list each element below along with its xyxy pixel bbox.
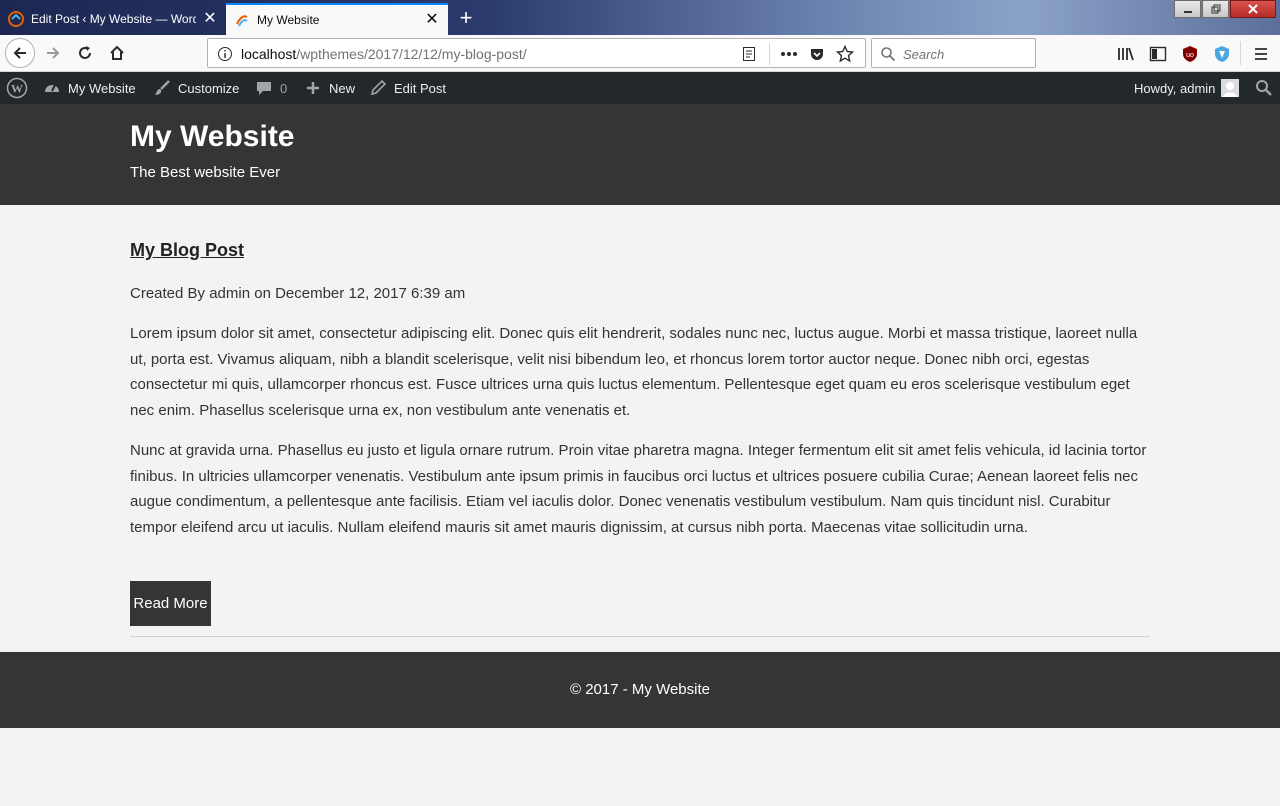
tab-my-website[interactable]: My Website ✕ xyxy=(226,3,448,35)
admin-bar-account[interactable]: Howdy, admin xyxy=(1134,72,1240,104)
search-placeholder: Search xyxy=(903,47,945,62)
svg-text:W: W xyxy=(11,82,23,96)
url-host: localhost xyxy=(241,46,297,62)
forward-arrow-icon[interactable] xyxy=(38,38,68,68)
admin-bar-new-label: New xyxy=(329,80,356,96)
browser-tab-strip: Edit Post ‹ My Website — WordPress ✕ My … xyxy=(0,0,1280,35)
dashboard-gauge-icon xyxy=(42,78,62,98)
url-path: /wpthemes/2017/12/12/my-blog-post/ xyxy=(296,46,527,62)
search-bar[interactable]: Search xyxy=(871,38,1036,68)
site-header: My Website The Best website Ever xyxy=(0,104,1280,205)
minimize-window-icon[interactable] xyxy=(1174,0,1201,18)
search-icon xyxy=(879,45,897,63)
paintbrush-icon xyxy=(152,78,172,98)
comments-count: 0 xyxy=(280,80,288,96)
url-text: localhost/wpthemes/2017/12/12/my-blog-po… xyxy=(241,46,527,62)
reload-icon[interactable] xyxy=(70,38,100,68)
site-favicon-icon xyxy=(234,12,250,28)
admin-bar-search-icon[interactable] xyxy=(1255,72,1273,104)
bookmark-star-icon[interactable] xyxy=(836,45,854,63)
back-arrow-icon[interactable] xyxy=(5,38,35,68)
info-icon[interactable] xyxy=(216,45,234,63)
admin-bar-comments[interactable]: 0 xyxy=(254,72,287,104)
reader-view-icon[interactable] xyxy=(740,45,758,63)
admin-bar-edit-post[interactable]: Edit Post xyxy=(368,72,446,104)
svg-text:uo: uo xyxy=(1186,52,1194,59)
home-icon[interactable] xyxy=(102,38,132,68)
footer-copyright: © 2017 - My Website xyxy=(570,681,710,698)
admin-bar-site-name[interactable]: My Website xyxy=(42,72,136,104)
comment-bubble-icon xyxy=(254,78,274,98)
sidebar-toggle-icon[interactable] xyxy=(1148,44,1168,64)
post-paragraph: Lorem ipsum dolor sit amet, consectetur … xyxy=(130,325,1138,419)
plus-icon xyxy=(303,78,323,98)
wordpress-favicon-icon xyxy=(8,11,24,27)
post-title-link[interactable]: My Blog Post xyxy=(130,240,244,261)
hamburger-menu-icon[interactable] xyxy=(1251,44,1271,64)
admin-bar-customize-label: Customize xyxy=(178,80,240,96)
site-tagline: The Best website Ever xyxy=(130,164,281,181)
tab-edit-post[interactable]: Edit Post ‹ My Website — WordPress ✕ xyxy=(0,3,226,35)
page-actions-ellipsis-icon[interactable] xyxy=(780,45,798,63)
post-divider xyxy=(130,636,1150,637)
tab-close-icon[interactable]: ✕ xyxy=(424,12,440,28)
urlbar-separator xyxy=(769,43,770,65)
admin-bar-site-name-label: My Website xyxy=(68,80,136,96)
library-icon[interactable] xyxy=(1116,44,1136,64)
navigation-toolbar: localhost/wpthemes/2017/12/12/my-blog-po… xyxy=(0,35,1280,72)
tab-title: My Website xyxy=(257,13,320,27)
window-controls xyxy=(1173,0,1276,18)
site-title[interactable]: My Website xyxy=(130,120,295,154)
new-tab-plus-icon[interactable]: + xyxy=(452,5,480,31)
pencil-icon xyxy=(368,78,388,98)
tab-close-icon[interactable]: ✕ xyxy=(202,11,218,27)
admin-bar-customize[interactable]: Customize xyxy=(152,72,239,104)
toolbar-separator xyxy=(1240,41,1241,65)
admin-bar-edit-post-label: Edit Post xyxy=(394,80,447,96)
wp-admin-bar: W My Website Customize 0 New Edit Post H… xyxy=(0,72,1280,104)
ublock-origin-icon[interactable]: uo xyxy=(1180,44,1200,64)
avatar xyxy=(1221,79,1240,97)
admin-bar-new[interactable]: New xyxy=(303,72,355,104)
tab-title: Edit Post ‹ My Website — WordPress xyxy=(31,12,196,26)
shield-extension-icon[interactable] xyxy=(1212,44,1232,64)
pocket-icon[interactable] xyxy=(808,45,826,63)
read-more-button[interactable]: Read More xyxy=(130,581,211,626)
post-paragraph: Nunc at gravida urna. Phasellus eu justo… xyxy=(130,442,1147,536)
close-window-icon[interactable] xyxy=(1230,0,1276,18)
howdy-greeting: Howdy, admin xyxy=(1134,80,1216,96)
restore-window-icon[interactable] xyxy=(1202,0,1229,18)
wordpress-logo-icon[interactable]: W xyxy=(6,72,28,104)
address-bar[interactable]: localhost/wpthemes/2017/12/12/my-blog-po… xyxy=(207,38,866,68)
site-footer: © 2017 - My Website xyxy=(0,652,1280,728)
post-meta: Created By admin on December 12, 2017 6:… xyxy=(130,285,466,302)
